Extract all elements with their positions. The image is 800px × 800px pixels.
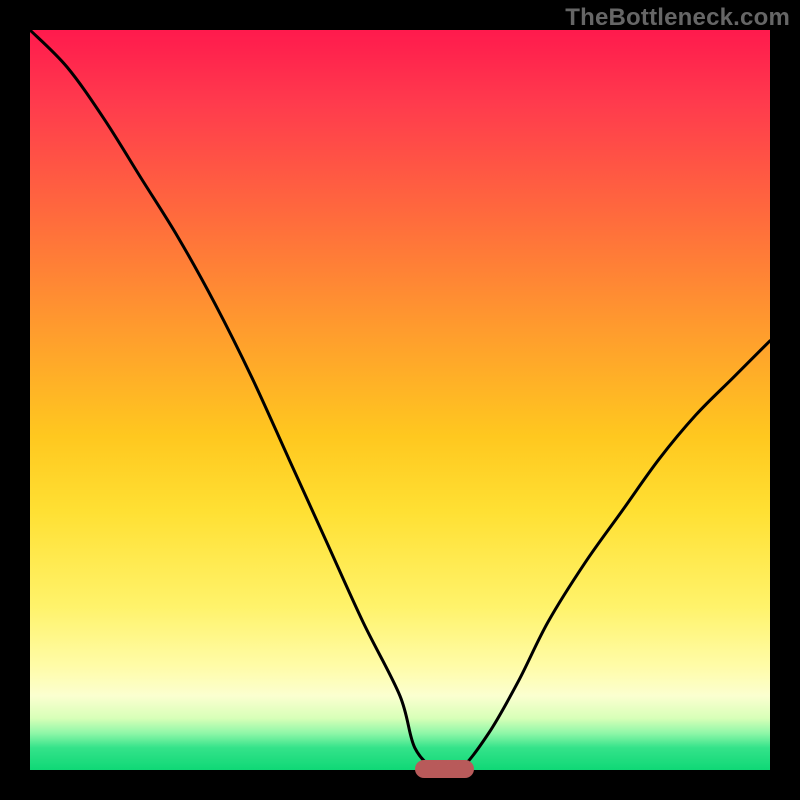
plot-area bbox=[30, 30, 770, 770]
optimal-marker bbox=[415, 760, 474, 778]
chart-frame: TheBottleneck.com bbox=[0, 0, 800, 800]
bottleneck-curve bbox=[30, 30, 770, 770]
watermark-text: TheBottleneck.com bbox=[565, 4, 790, 32]
